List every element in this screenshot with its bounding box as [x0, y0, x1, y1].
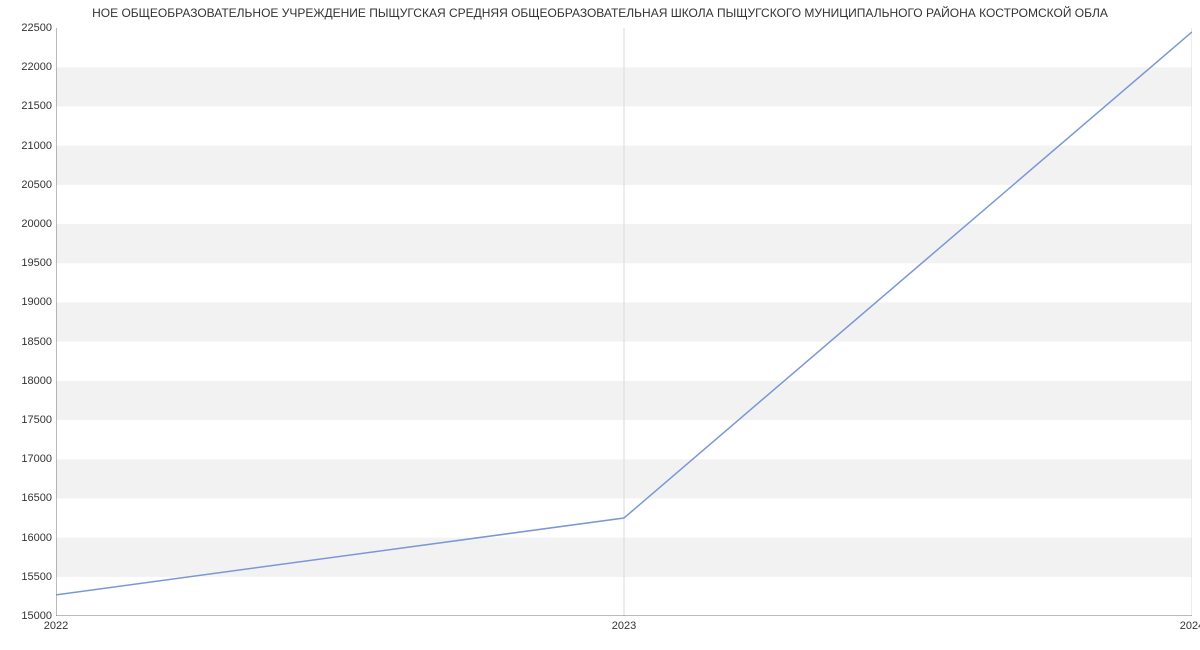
x-tick-label: 2024 — [1180, 620, 1200, 632]
y-tick-label: 20500 — [21, 179, 52, 191]
plot-area — [56, 28, 1192, 616]
y-tick-label: 16500 — [21, 492, 52, 504]
y-tick-label: 17500 — [21, 414, 52, 426]
y-tick-label: 19500 — [21, 257, 52, 269]
y-tick-label: 22500 — [21, 22, 52, 34]
y-tick-label: 21000 — [21, 140, 52, 152]
y-tick-label: 16000 — [21, 532, 52, 544]
y-tick-label: 15500 — [21, 571, 52, 583]
chart-container: НОЕ ОБЩЕОБРАЗОВАТЕЛЬНОЕ УЧРЕЖДЕНИЕ ПЫЩУГ… — [0, 0, 1200, 650]
x-tick-label: 2022 — [44, 620, 68, 632]
chart-title: НОЕ ОБЩЕОБРАЗОВАТЕЛЬНОЕ УЧРЕЖДЕНИЕ ПЫЩУГ… — [0, 6, 1200, 20]
y-tick-label: 21500 — [21, 100, 52, 112]
y-tick-label: 20000 — [21, 218, 52, 230]
x-tick-label: 2023 — [612, 620, 636, 632]
y-tick-label: 18500 — [21, 336, 52, 348]
y-tick-label: 19000 — [21, 296, 52, 308]
y-tick-label: 17000 — [21, 453, 52, 465]
y-tick-label: 22000 — [21, 61, 52, 73]
y-tick-label: 18000 — [21, 375, 52, 387]
